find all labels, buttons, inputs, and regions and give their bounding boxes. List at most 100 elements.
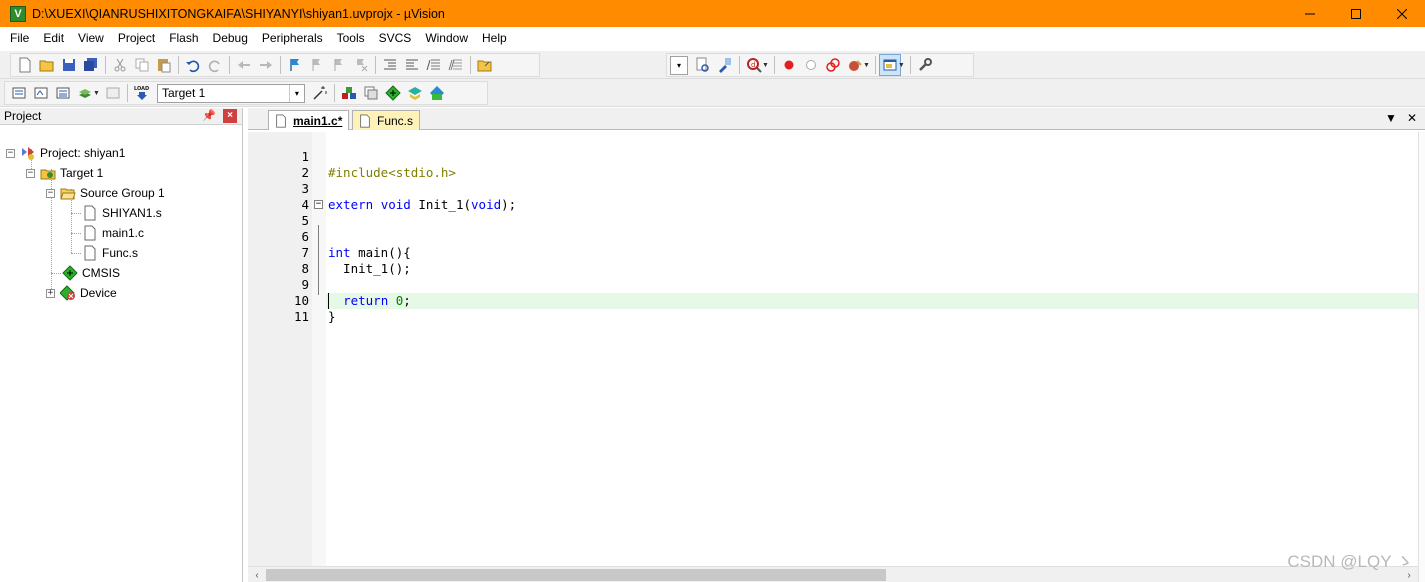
menu-peripherals[interactable]: Peripherals: [255, 27, 330, 50]
rebuild-button[interactable]: [52, 82, 74, 104]
menu-help[interactable]: Help: [475, 27, 514, 50]
bookmark-toggle-button[interactable]: [284, 54, 306, 76]
configure-button[interactable]: [914, 54, 936, 76]
code-line: 2: [248, 149, 1418, 180]
chevron-down-icon[interactable]: ▼: [1385, 111, 1397, 125]
copy-icon: [135, 58, 149, 72]
bookmark-next-button[interactable]: [328, 54, 350, 76]
tab-func[interactable]: Func.s: [352, 110, 421, 130]
rebuild-icon: [56, 87, 70, 99]
vertical-scrollbar[interactable]: [1418, 132, 1425, 582]
save-all-button[interactable]: [80, 54, 102, 76]
chevron-down-icon[interactable]: ▼: [93, 90, 100, 97]
tree-connector: [71, 213, 81, 214]
collapse-toggle[interactable]: −: [26, 168, 35, 178]
close-window-button[interactable]: [1379, 0, 1425, 27]
scroll-left-icon[interactable]: ‹: [250, 568, 264, 582]
tree-node-target[interactable]: − Target 1: [26, 163, 103, 183]
file-toolbar: ▾ d ▼ ▼ ▼: [0, 51, 1425, 79]
navigate-forward-button[interactable]: [255, 54, 277, 76]
pin-icon[interactable]: 📌: [202, 109, 216, 122]
target-select[interactable]: Target 1 ▾: [156, 83, 305, 103]
unindent-button[interactable]: [401, 54, 423, 76]
bookmark-clear-button[interactable]: [350, 54, 372, 76]
horizontal-scrollbar[interactable]: ‹ ›: [248, 566, 1418, 582]
manage-project-items-button[interactable]: [338, 82, 360, 104]
file-extensions-icon: [364, 86, 378, 100]
tree-node-cmsis[interactable]: CMSIS: [62, 263, 120, 283]
paste-button[interactable]: [153, 54, 175, 76]
tree-node-file-func[interactable]: Func.s: [82, 243, 138, 263]
maximize-icon: [1351, 8, 1361, 19]
fold-toggle[interactable]: −: [314, 200, 323, 209]
maximize-button[interactable]: [1333, 0, 1379, 27]
tree-node-file-shiyan1[interactable]: SHIYAN1.s: [82, 203, 162, 223]
bookmark-prev-button[interactable]: [306, 54, 328, 76]
tree-node-file-main1[interactable]: main1.c: [82, 223, 144, 243]
disable-breakpoint-button[interactable]: [800, 54, 822, 76]
collapse-toggle[interactable]: −: [6, 148, 15, 158]
code-line: 11: [248, 293, 1418, 324]
run-time-environment-button[interactable]: [382, 82, 404, 104]
tree-node-device[interactable]: + Device: [46, 283, 117, 303]
comment-button[interactable]: [423, 54, 445, 76]
undo-button[interactable]: [182, 54, 204, 76]
tab-main1[interactable]: main1.c*: [268, 110, 350, 130]
menu-debug[interactable]: Debug: [206, 27, 255, 50]
find-button[interactable]: [692, 54, 714, 76]
file-extensions-button[interactable]: [360, 82, 382, 104]
redo-button[interactable]: [204, 54, 226, 76]
find-combo[interactable]: ▾: [670, 55, 688, 75]
menu-flash[interactable]: Flash: [162, 27, 205, 50]
insert-breakpoint-button[interactable]: [778, 54, 800, 76]
minimize-button[interactable]: [1287, 0, 1333, 27]
close-panel-button[interactable]: ×: [223, 109, 237, 123]
menu-tools[interactable]: Tools: [330, 27, 372, 50]
save-button[interactable]: [58, 54, 80, 76]
cut-button[interactable]: [109, 54, 131, 76]
collapse-toggle[interactable]: −: [46, 188, 55, 198]
watermark: CSDN @LQY ゝ: [1287, 552, 1413, 571]
menu-view[interactable]: View: [71, 27, 111, 50]
pack-installer-button[interactable]: [426, 82, 448, 104]
download-button[interactable]: LOAD: [131, 82, 153, 104]
close-icon: [1397, 8, 1407, 19]
comment-icon: [426, 59, 440, 71]
menu-window[interactable]: Window: [418, 27, 475, 50]
file-icon: [273, 113, 289, 129]
menu-project[interactable]: Project: [111, 27, 162, 50]
new-file-icon: [19, 57, 31, 73]
indent-button[interactable]: [379, 54, 401, 76]
select-software-packs-button[interactable]: [404, 82, 426, 104]
device-label: Device: [80, 286, 117, 300]
line-number: 11: [293, 309, 309, 324]
copy-button[interactable]: [131, 54, 153, 76]
svg-text:d: d: [751, 61, 755, 69]
tree-node-source-group[interactable]: − Source Group 1: [46, 183, 165, 203]
disable-all-breakpoints-button[interactable]: [822, 54, 844, 76]
chevron-down-icon[interactable]: ▼: [863, 62, 870, 69]
translate-button[interactable]: [8, 82, 30, 104]
find-in-files-button[interactable]: [474, 54, 496, 76]
build-button[interactable]: [30, 82, 52, 104]
navigate-back-button[interactable]: [233, 54, 255, 76]
close-icon[interactable]: ✕: [1407, 111, 1417, 125]
scrollbar-thumb[interactable]: [266, 569, 886, 581]
incremental-find-button[interactable]: [714, 54, 736, 76]
translate-icon: [12, 87, 26, 99]
chevron-down-icon[interactable]: ▼: [762, 62, 769, 69]
menu-edit[interactable]: Edit: [36, 27, 71, 50]
tree-node-project[interactable]: − Project: shiyan1: [6, 143, 125, 163]
menu-svcs[interactable]: SVCS: [372, 27, 419, 50]
expand-toggle[interactable]: +: [46, 288, 55, 298]
menu-file[interactable]: File: [3, 27, 36, 50]
toolbar-separator: [105, 56, 106, 74]
open-file-button[interactable]: [36, 54, 58, 76]
chevron-down-icon[interactable]: ▼: [898, 62, 905, 69]
tab-label: Func.s: [377, 113, 414, 128]
new-file-button[interactable]: [14, 54, 36, 76]
uncomment-button[interactable]: [445, 54, 467, 76]
stop-build-button[interactable]: [102, 82, 124, 104]
target-options-button[interactable]: [309, 82, 331, 104]
build-toolbar: ▼ LOAD Target 1 ▾: [0, 79, 1425, 107]
